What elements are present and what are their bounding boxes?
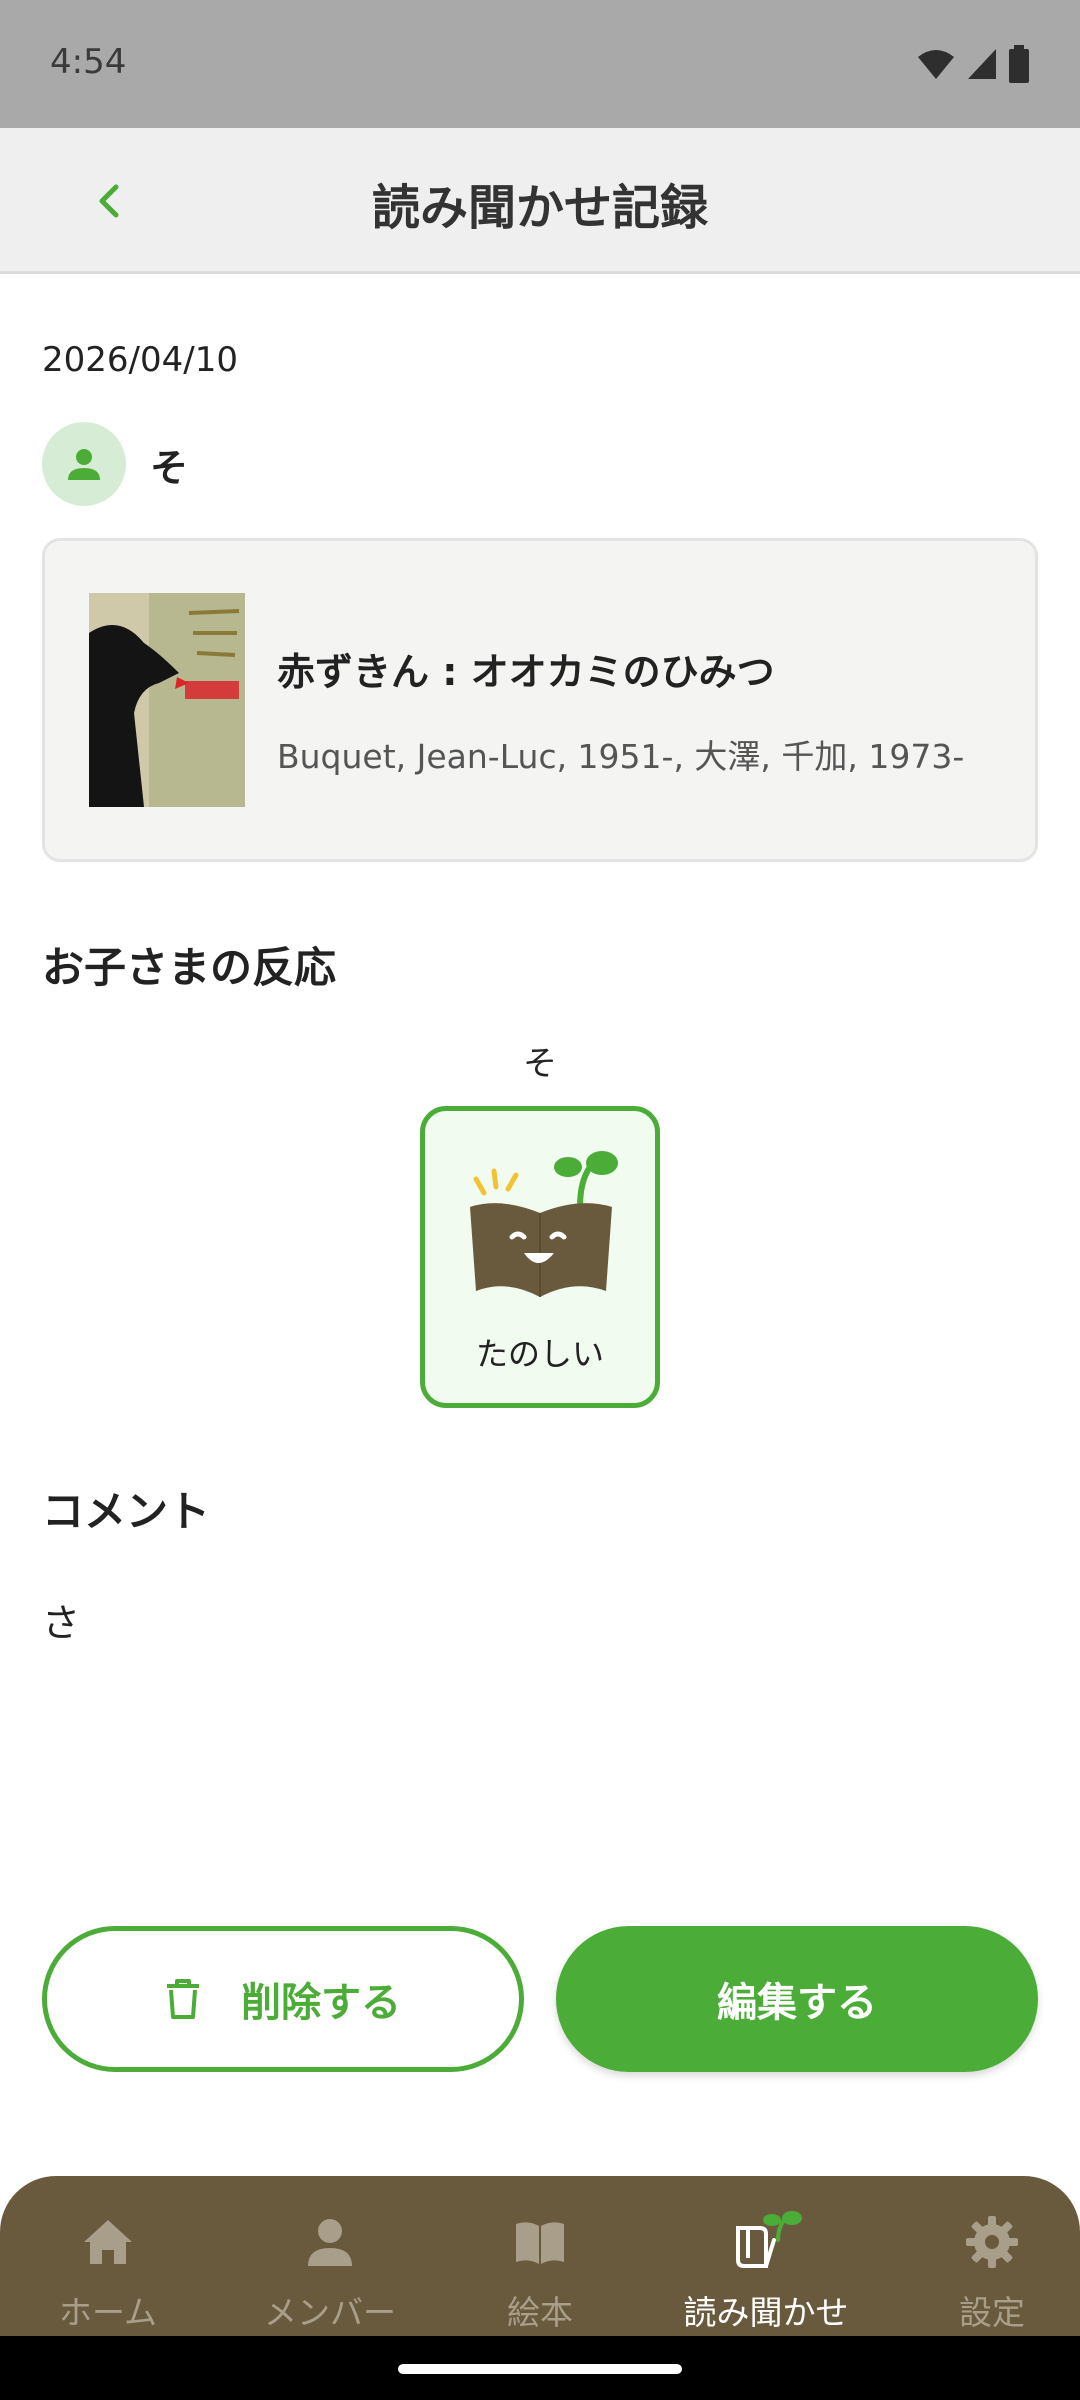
nav-item-settings[interactable]: 設定 bbox=[884, 2176, 1080, 2336]
battery-icon bbox=[1009, 45, 1029, 83]
nav-label-settings: 設定 bbox=[959, 2293, 1025, 2332]
reaction-card-fun: たのしい bbox=[420, 1106, 660, 1408]
person-icon bbox=[68, 449, 100, 480]
delete-button-label: 削除する bbox=[241, 1980, 401, 2026]
reading-sprout-icon bbox=[736, 2211, 802, 2268]
book-author: Buquet, Jean-Luc, 1951-, 大澤, 千加, 1973- bbox=[277, 737, 965, 776]
book-info: 赤ずきん : オオカミのひみつ Buquet, Jean-Luc, 1951-,… bbox=[277, 641, 1005, 778]
status-time: 4:54 bbox=[50, 42, 127, 82]
record-date: 2026/04/10 bbox=[42, 340, 238, 380]
edit-button[interactable]: 編集する bbox=[556, 1926, 1038, 2072]
book-card[interactable]: 赤ずきん : オオカミのひみつ Buquet, Jean-Luc, 1951-,… bbox=[42, 538, 1038, 862]
bottom-nav: ホーム メンバー 絵本 読み聞かせ 設定 bbox=[0, 2176, 1080, 2336]
nav-item-books[interactable]: 絵本 bbox=[432, 2176, 648, 2336]
delete-button[interactable]: 削除する bbox=[42, 1926, 524, 2072]
nav-item-home[interactable]: ホーム bbox=[0, 2176, 216, 2336]
member-name: そ bbox=[150, 445, 189, 490]
member-row: そ bbox=[42, 422, 188, 506]
status-bar: 4:54 bbox=[0, 0, 1080, 128]
comment-text: さ bbox=[42, 1601, 81, 1645]
gear-icon bbox=[966, 2216, 1018, 2268]
status-icons bbox=[916, 44, 1030, 84]
person-icon bbox=[308, 2219, 352, 2266]
book-icon bbox=[516, 2222, 564, 2264]
nav-item-reading[interactable]: 読み聞かせ bbox=[658, 2176, 874, 2336]
home-gesture-bar[interactable] bbox=[398, 2364, 682, 2374]
page-title: 読み聞かせ記録 bbox=[371, 180, 708, 236]
happy-book-icon bbox=[470, 1151, 618, 1297]
nav-label-reading: 読み聞かせ bbox=[683, 2293, 849, 2332]
nav-item-members[interactable]: メンバー bbox=[222, 2176, 438, 2336]
book-cover-image bbox=[89, 593, 245, 807]
nav-label-members: メンバー bbox=[264, 2293, 396, 2332]
reaction-member-name: そ bbox=[523, 1044, 557, 1084]
comment-heading: コメント bbox=[42, 1487, 211, 1536]
reactions-heading: お子さまの反応 bbox=[42, 943, 337, 992]
home-icon bbox=[84, 2220, 132, 2264]
edit-button-label: 編集する bbox=[717, 1980, 877, 2026]
reaction-label: たのしい bbox=[475, 1335, 604, 1373]
nav-label-books: 絵本 bbox=[507, 2293, 573, 2332]
wifi-icon bbox=[918, 50, 954, 79]
app-bar: 読み聞かせ記録 bbox=[0, 128, 1080, 274]
avatar bbox=[42, 422, 126, 506]
trash-icon bbox=[167, 1979, 199, 2019]
book-title: 赤ずきん : オオカミのひみつ bbox=[277, 650, 775, 694]
signal-icon bbox=[968, 49, 996, 79]
nav-label-home: ホーム bbox=[58, 2293, 157, 2332]
